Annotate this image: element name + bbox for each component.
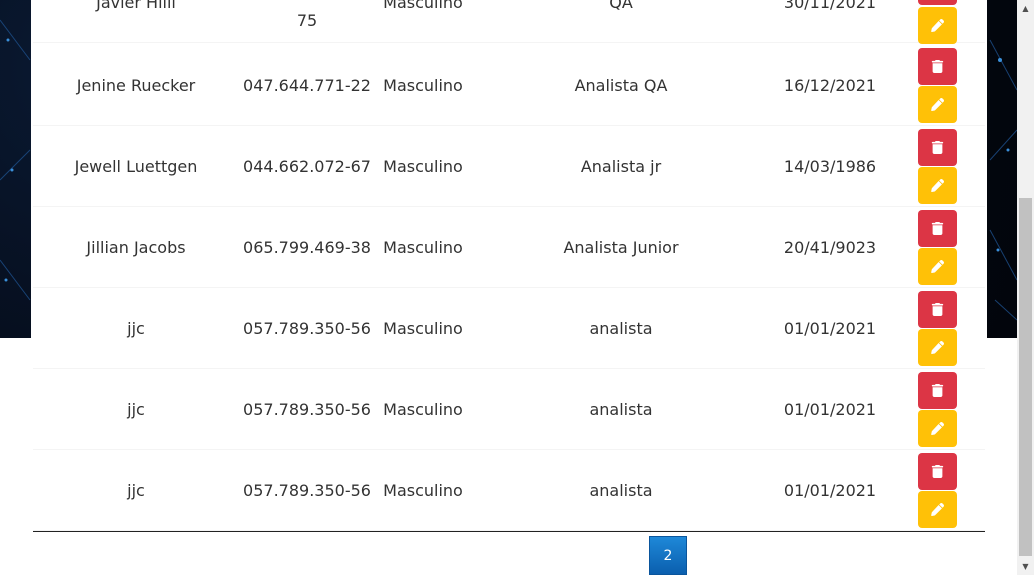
pencil-icon (931, 19, 944, 32)
trash-icon (931, 141, 944, 154)
name-cell: jjc (127, 480, 145, 500)
pencil-icon (931, 503, 944, 516)
name-cell: Javier Hilll (96, 0, 176, 12)
edit-button[interactable] (918, 491, 957, 528)
scroll-down-arrow-icon[interactable]: ▼ (1017, 558, 1034, 575)
trash-icon (931, 465, 944, 478)
table-row: Jenine Ruecker 047.644.771-22 Masculino … (33, 45, 985, 126)
gender-cell: Masculino (383, 75, 463, 95)
date-cell: 01/01/2021 (783, 480, 877, 500)
edit-button[interactable] (918, 167, 957, 204)
date-cell: 01/01/2021 (783, 399, 877, 419)
scrollbar-thumb[interactable] (1019, 198, 1032, 556)
delete-button[interactable] (918, 291, 957, 328)
cpf-cell: 065.799.469-38 (243, 237, 371, 257)
date-cell: 14/03/1986 (783, 156, 877, 176)
pencil-icon (931, 422, 944, 435)
name-cell: jjc (127, 399, 145, 419)
gender-cell: Masculino (383, 0, 463, 12)
cpf-cell: 057.789.350-56 (243, 318, 371, 338)
role-cell: analista (589, 399, 653, 419)
gender-cell: Masculino (383, 399, 463, 419)
gender-cell: Masculino (383, 480, 463, 500)
date-cell: 20/41/9023 (783, 237, 877, 257)
table-row: Javier Hilll 75 Masculino QA 30/11/2021 (33, 0, 985, 44)
delete-button[interactable] (918, 372, 957, 409)
gender-cell: Masculino (383, 237, 463, 257)
scroll-up-arrow-icon[interactable]: ▲ (1017, 0, 1034, 17)
pencil-icon (931, 179, 944, 192)
pencil-icon (931, 341, 944, 354)
cpf-cell: 047.644.771-22 (243, 75, 371, 95)
role-cell: Analista jr (580, 156, 662, 176)
date-cell: 16/12/2021 (783, 75, 877, 95)
gender-cell: Masculino (383, 318, 463, 338)
role-cell: QA (609, 0, 633, 12)
cpf-cell: 057.789.350-56 (243, 399, 371, 419)
delete-button[interactable] (918, 453, 957, 490)
edit-button[interactable] (918, 248, 957, 285)
table-row: jjc 057.789.350-56 Masculino analista 01… (33, 288, 985, 369)
role-cell: Analista QA (574, 75, 668, 95)
edit-button[interactable] (918, 329, 957, 366)
table-bottom-border (33, 531, 985, 532)
name-cell: Jenine Ruecker (76, 75, 196, 95)
table-row: jjc 057.789.350-56 Masculino analista 01… (33, 369, 985, 450)
date-cell: 30/11/2021 (783, 0, 877, 12)
pencil-icon (931, 260, 944, 273)
pagination-page-button[interactable]: 2 (649, 536, 687, 575)
cpf-cell: 057.789.350-56 (243, 480, 371, 500)
trash-icon (931, 222, 944, 235)
table-row: jjc 057.789.350-56 Masculino analista 01… (33, 450, 985, 531)
cpf-cell: 044.662.072-67 (243, 156, 371, 176)
role-cell: analista (589, 318, 653, 338)
delete-button[interactable] (918, 48, 957, 85)
trash-icon (931, 384, 944, 397)
name-cell: jjc (127, 318, 145, 338)
name-cell: Jewell Luettgen (74, 156, 198, 176)
trash-icon (931, 303, 944, 316)
gender-cell: Masculino (383, 156, 463, 176)
role-cell: analista (589, 480, 653, 500)
cpf-cell: 75 (296, 10, 318, 30)
table-row: Jillian Jacobs 065.799.469-38 Masculino … (33, 207, 985, 288)
edit-button[interactable] (918, 86, 957, 123)
date-cell: 01/01/2021 (783, 318, 877, 338)
table-row: Jewell Luettgen 044.662.072-67 Masculino… (33, 126, 985, 207)
employee-table-card: Javier Hilll 75 Masculino QA 30/11/2021 … (31, 0, 987, 575)
name-cell: Jillian Jacobs (86, 237, 186, 257)
edit-button[interactable] (918, 410, 957, 447)
delete-button[interactable] (918, 210, 957, 247)
role-cell: Analista Junior (563, 237, 679, 257)
delete-button[interactable] (918, 129, 957, 166)
pencil-icon (931, 98, 944, 111)
trash-icon (931, 60, 944, 73)
delete-button[interactable] (918, 0, 957, 5)
edit-button[interactable] (918, 7, 957, 44)
